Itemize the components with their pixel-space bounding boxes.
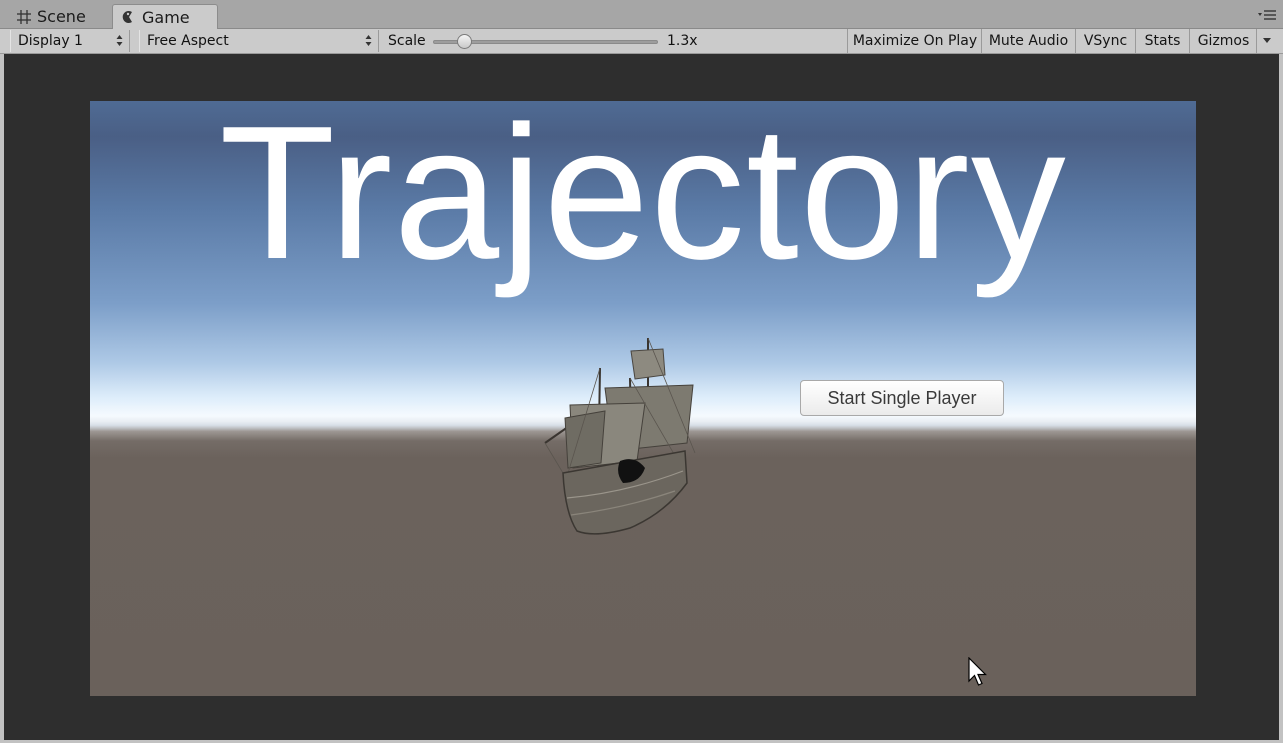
scale-slider-thumb[interactable] [457,34,472,49]
vsync-label: VSync [1083,33,1128,49]
dropdown-arrows-icon [116,35,123,46]
sailing-ship-icon [544,337,696,535]
vsync-button[interactable]: VSync [1075,29,1135,53]
stats-button[interactable]: Stats [1135,29,1189,53]
aspect-dropdown[interactable]: Free Aspect [139,30,379,52]
scale-label: Scale [388,33,426,49]
grid-icon [17,9,31,24]
maximize-on-play-label: Maximize On Play [852,33,978,49]
stats-label: Stats [1144,33,1181,49]
scale-value: 1.3x [667,33,698,49]
tab-game[interactable]: Game [112,4,218,29]
game-view-toolbar: Display 1 Free Aspect Scale 1.3x Maximiz… [0,29,1283,54]
display-dropdown[interactable]: Display 1 [10,30,130,52]
tab-scene[interactable]: Scene [8,4,108,29]
tab-game-label: Game [142,7,190,27]
maximize-on-play-button[interactable]: Maximize On Play [847,29,982,53]
window-menu-icon[interactable] [1257,8,1277,22]
start-single-player-button[interactable]: Start Single Player [800,380,1004,416]
aspect-dropdown-value: Free Aspect [147,33,229,49]
mute-audio-label: Mute Audio [988,33,1069,49]
gizmos-dropdown-button[interactable] [1256,29,1276,53]
game-viewport[interactable]: Trajectory Start Single Player [90,101,1196,696]
game-title: Trajectory [219,101,1067,299]
mouse-cursor-icon [968,657,987,686]
gizmos-button[interactable]: Gizmos [1189,29,1257,53]
mute-audio-button[interactable]: Mute Audio [981,29,1075,53]
dropdown-arrows-icon [365,35,372,46]
chevron-down-icon [1262,38,1271,43]
game-controller-icon [122,11,132,23]
editor-tab-bar: Scene Game [0,0,1283,29]
gizmos-label: Gizmos [1197,33,1250,49]
display-dropdown-value: Display 1 [18,33,83,49]
tab-scene-label: Scene [37,7,86,26]
